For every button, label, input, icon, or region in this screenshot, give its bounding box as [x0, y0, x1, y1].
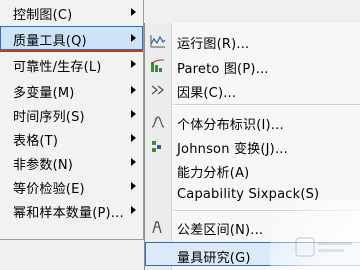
- distribution-id-icon: ?: [150, 115, 166, 129]
- menu-item-equivalence-tests[interactable]: 等价检验(E): [0, 174, 143, 198]
- submenu-arrow-icon: [131, 86, 136, 94]
- submenu-arrow-icon: [131, 158, 136, 166]
- menu-item-label: 可靠性/生存(L): [13, 60, 102, 75]
- menu-item-label: 多变量(M): [13, 86, 75, 101]
- menu-item-distribution-id[interactable]: ? 个体分布标识(I)...: [145, 110, 360, 134]
- menu-item-label: 量具研究(G): [177, 251, 251, 266]
- menu-item-nonparametrics[interactable]: 非参数(N): [0, 150, 143, 174]
- menu-item-label: 运行图(R)...: [177, 37, 250, 52]
- johnson-transform-icon: [150, 139, 166, 153]
- menu-item-cause-effect[interactable]: 因果(C)...: [145, 78, 360, 102]
- submenu-arrow-icon: [131, 206, 136, 214]
- menu-separator: [173, 210, 360, 212]
- menu-item-power-sample-size[interactable]: 幂和样本数量(P)...: [0, 198, 143, 222]
- menu-item-label: Pareto 图(P)...: [177, 62, 269, 77]
- menu-item-tables[interactable]: 表格(T): [0, 126, 143, 150]
- menu-item-label: Johnson 变换(J)...: [177, 142, 288, 157]
- menu-item-label: 能力分析(A): [177, 166, 250, 181]
- submenu-arrow-icon: [131, 134, 136, 142]
- menu-item-label: 个体分布标识(I)...: [177, 118, 284, 133]
- menu-item-label: 质量工具(Q): [13, 34, 87, 49]
- menu-item-control-charts[interactable]: 控制图(C): [0, 0, 143, 24]
- menu-item-capability-analysis[interactable]: 能力分析(A): [145, 158, 360, 182]
- pareto-chart-icon: [150, 59, 166, 73]
- menu-item-johnson-transform[interactable]: Johnson 变换(J)...: [145, 134, 360, 158]
- cause-effect-icon: [150, 83, 166, 97]
- menu-item-pareto-chart[interactable]: Pareto 图(P)...: [145, 54, 360, 78]
- menu-item-label: 公差区间(N)...: [177, 223, 264, 238]
- menu-item-label: Capability Sixpack(S): [177, 187, 320, 202]
- submenu-arrow-icon: [131, 60, 136, 68]
- menu-item-label: 表格(T): [13, 134, 59, 149]
- menu-item-run-chart[interactable]: 运行图(R)...: [145, 29, 360, 53]
- run-chart-icon: [150, 34, 166, 48]
- submenu-arrow-icon: [131, 182, 136, 190]
- menu-item-label: 等价检验(E): [13, 182, 85, 197]
- menu-item-label: 幂和样本数量(P)...: [13, 206, 124, 221]
- menu-item-capability-sixpack[interactable]: Capability Sixpack(S): [145, 183, 360, 207]
- menu-item-label: 非参数(N): [13, 158, 74, 173]
- submenu-arrow-icon: [131, 8, 136, 16]
- menu-item-label: 因果(C)...: [177, 86, 237, 101]
- menu-item-label: 时间序列(S): [13, 110, 85, 125]
- watermark-logo: [294, 232, 354, 262]
- menu-item-label: 控制图(C): [13, 8, 73, 23]
- submenu-arrow-icon: [131, 110, 136, 118]
- quality-parent-menu: 控制图(C) 质量工具(Q) 可靠性/生存(L) 多变量(M) 时间序列(S) …: [0, 0, 144, 240]
- tolerance-interval-icon: [150, 220, 166, 234]
- svg-text:?: ?: [154, 118, 157, 125]
- submenu-arrow-icon: [131, 34, 136, 42]
- menu-item-multivariate[interactable]: 多变量(M): [0, 78, 143, 102]
- menu-separator: [173, 104, 360, 106]
- menu-item-reliability-survival[interactable]: 可靠性/生存(L): [0, 52, 143, 76]
- menu-item-quality-tools[interactable]: 质量工具(Q): [0, 26, 143, 52]
- menu-item-time-series[interactable]: 时间序列(S): [0, 102, 143, 126]
